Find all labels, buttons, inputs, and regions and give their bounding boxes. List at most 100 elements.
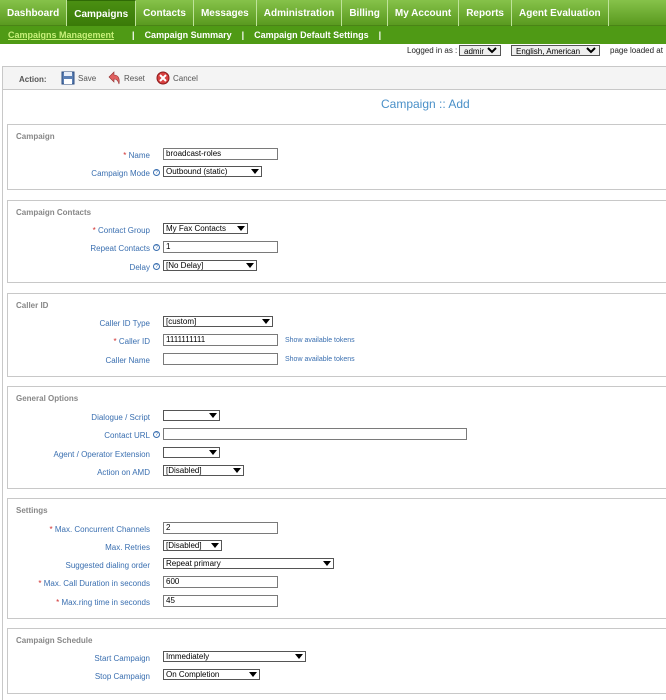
login-bar: Logged in as : admin English, American p… xyxy=(0,44,666,58)
tab-my-account[interactable]: My Account xyxy=(388,0,460,26)
action-label: Action: xyxy=(19,75,47,84)
section-title: General Options xyxy=(16,394,79,403)
tab-messages[interactable]: Messages xyxy=(194,0,257,26)
subnav-separator: | xyxy=(241,30,245,40)
name-label: * Name xyxy=(123,151,150,160)
tab-contacts[interactable]: Contacts xyxy=(136,0,194,26)
contact-url-input[interactable] xyxy=(163,428,467,440)
max-channels-label: * Max. Concurrent Channels xyxy=(49,525,150,534)
row-caller-id-type: Caller ID Type [custom] xyxy=(8,316,666,330)
section-campaign-schedule: Campaign Schedule Start Campaign Immedia… xyxy=(7,628,666,694)
tab-dashboard[interactable]: Dashboard xyxy=(0,0,68,26)
show-tokens-link[interactable]: Show available tokens xyxy=(285,337,355,344)
cancel-button[interactable]: Cancel xyxy=(156,71,198,85)
max-call-duration-label: * Max. Call Duration in seconds xyxy=(38,579,150,588)
chevron-down-icon xyxy=(209,413,217,418)
chevron-down-icon xyxy=(323,561,331,566)
tab-administration[interactable]: Administration xyxy=(257,0,343,26)
logged-in-label: Logged in as : xyxy=(407,46,458,55)
start-campaign-select[interactable]: Immediately xyxy=(163,651,306,662)
undo-arrow-icon xyxy=(107,71,121,85)
max-channels-input[interactable]: 2 xyxy=(163,522,278,534)
dialing-order-select[interactable]: Repeat primary xyxy=(163,558,334,569)
cancel-x-icon xyxy=(156,71,170,85)
dialogue-script-select[interactable] xyxy=(163,410,220,421)
row-contact-group: * Contact Group My Fax Contacts xyxy=(8,223,666,237)
tab-agent-evaluation[interactable]: Agent Evaluation xyxy=(512,0,609,26)
section-title: Campaign Schedule xyxy=(16,636,93,645)
contact-url-label: Contact URL xyxy=(104,431,150,440)
page-title: Campaign :: Add xyxy=(381,97,470,111)
chevron-down-icon xyxy=(246,263,254,268)
max-ring-time-input[interactable]: 45 xyxy=(163,595,278,607)
subnav-separator: | xyxy=(378,30,382,40)
section-title: Settings xyxy=(16,506,48,515)
caller-id-input[interactable]: 1111111111 xyxy=(163,334,278,346)
row-repeat-contacts: Repeat Contacts ? 1 xyxy=(8,241,666,255)
stop-campaign-label: Stop Campaign xyxy=(94,672,150,681)
start-campaign-label: Start Campaign xyxy=(94,654,150,663)
chevron-down-icon xyxy=(249,672,257,677)
tab-billing[interactable]: Billing xyxy=(342,0,388,26)
max-retries-select[interactable]: [Disabled] xyxy=(163,540,222,551)
campaign-mode-select[interactable]: Outbound (static) xyxy=(163,166,262,177)
main-nav: Dashboard Campaigns Contacts Messages Ad… xyxy=(0,0,666,26)
contact-group-select[interactable]: My Fax Contacts xyxy=(163,223,248,234)
name-input[interactable]: broadcast-roles xyxy=(163,148,278,160)
help-icon[interactable]: ? xyxy=(153,263,160,270)
dialogue-script-label: Dialogue / Script xyxy=(91,413,150,422)
action-on-amd-select[interactable]: [Disabled] xyxy=(163,465,244,476)
help-icon[interactable]: ? xyxy=(153,244,160,251)
stop-campaign-select[interactable]: On Completion xyxy=(163,669,260,680)
row-max-retries: Max. Retries [Disabled] xyxy=(8,540,666,554)
caller-id-label: * Caller ID xyxy=(113,337,150,346)
agent-extension-select[interactable] xyxy=(163,447,220,458)
max-call-duration-input[interactable]: 600 xyxy=(163,576,278,588)
chevron-down-icon xyxy=(237,226,245,231)
section-title: Campaign Contacts xyxy=(16,208,92,217)
caller-id-type-select[interactable]: [custom] xyxy=(163,316,273,327)
repeat-contacts-input[interactable]: 1 xyxy=(163,241,278,253)
save-button[interactable]: Save xyxy=(61,71,96,85)
action-bar: Action: Save Reset Cancel xyxy=(2,66,666,90)
reset-button[interactable]: Reset xyxy=(107,71,145,85)
row-action-on-amd: Action on AMD [Disabled] xyxy=(8,465,666,479)
delay-select[interactable]: [No Delay] xyxy=(163,260,257,271)
user-select[interactable]: admin xyxy=(459,45,501,56)
max-retries-label: Max. Retries xyxy=(105,543,150,552)
chevron-down-icon xyxy=(262,319,270,324)
contact-group-label: * Contact Group xyxy=(92,226,150,235)
help-icon[interactable]: ? xyxy=(153,169,160,176)
cancel-label: Cancel xyxy=(173,73,198,83)
show-tokens-link[interactable]: Show available tokens xyxy=(285,356,355,363)
tab-campaigns[interactable]: Campaigns xyxy=(67,0,137,26)
row-name: * Name broadcast-roles xyxy=(8,148,666,162)
language-select[interactable]: English, American xyxy=(511,45,600,56)
subnav-campaign-summary[interactable]: Campaign Summary xyxy=(145,30,232,40)
caller-name-input[interactable] xyxy=(163,353,278,365)
caller-id-type-label: Caller ID Type xyxy=(99,319,150,328)
reset-label: Reset xyxy=(124,73,145,83)
dialing-order-label: Suggested dialing order xyxy=(65,561,150,570)
subnav-campaigns-management[interactable]: Campaigns Management xyxy=(0,30,114,40)
help-icon[interactable]: ? xyxy=(153,431,160,438)
row-start-campaign: Start Campaign Immediately xyxy=(8,651,666,665)
section-campaign: Campaign * Name broadcast-roles Campaign… xyxy=(7,124,666,190)
row-dialogue-script: Dialogue / Script xyxy=(8,410,666,424)
chevron-down-icon xyxy=(295,654,303,659)
chevron-down-icon xyxy=(209,450,217,455)
subnav-campaign-default-settings[interactable]: Campaign Default Settings xyxy=(254,30,369,40)
floppy-disk-icon xyxy=(61,71,75,85)
row-campaign-mode: Campaign Mode ? Outbound (static) xyxy=(8,166,666,180)
row-stop-campaign: Stop Campaign On Completion xyxy=(8,669,666,683)
row-caller-name: Caller Name Show available tokens xyxy=(8,353,666,367)
row-contact-url: Contact URL ? xyxy=(8,428,666,442)
row-caller-id: * Caller ID 1111111111 Show available to… xyxy=(8,334,666,348)
section-settings: Settings * Max. Concurrent Channels 2 Ma… xyxy=(7,498,666,619)
caller-name-label: Caller Name xyxy=(105,356,150,365)
campaign-mode-label: Campaign Mode xyxy=(91,169,150,178)
section-title: Caller ID xyxy=(16,301,49,310)
row-max-ring-time: * Max.ring time in seconds 45 xyxy=(8,595,666,609)
tab-reports[interactable]: Reports xyxy=(459,0,512,26)
section-title: Campaign xyxy=(16,132,55,141)
